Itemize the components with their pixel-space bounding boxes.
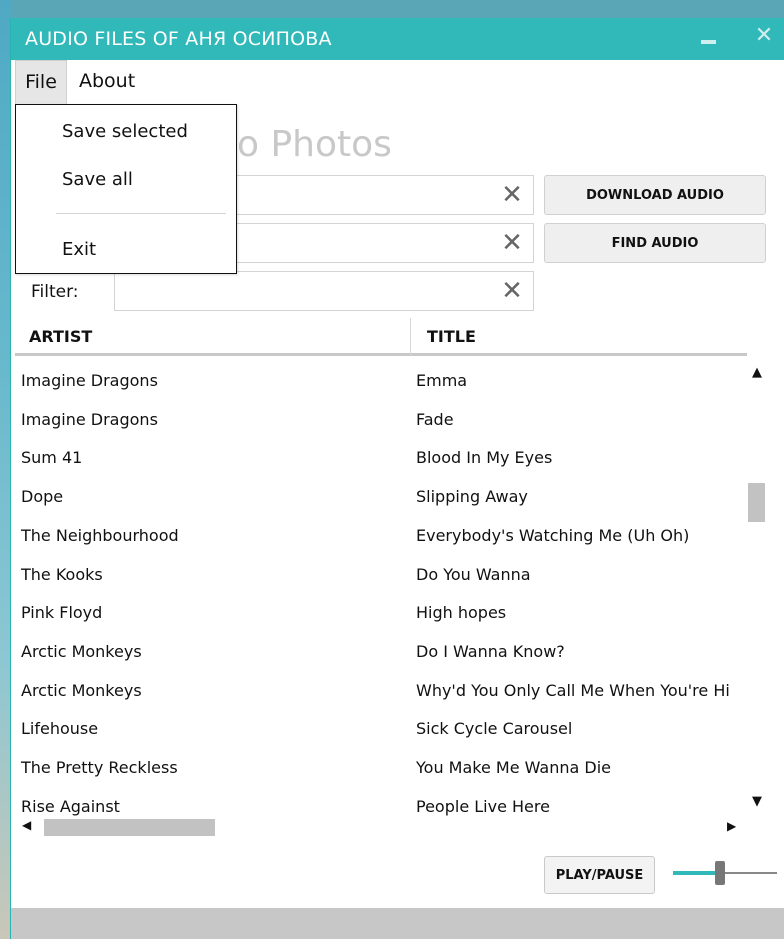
scroll-left-icon[interactable]: ◀	[22, 818, 36, 836]
artist-cell: The Pretty Reckless	[21, 758, 178, 777]
page-heading: o Photos	[237, 124, 392, 165]
title-cell: Blood In My Eyes	[416, 448, 553, 468]
vertical-scrollbar-thumb[interactable]	[748, 483, 765, 522]
table-row[interactable]: The Pretty Reckless You Make Me Wanna Di…	[11, 749, 751, 787]
title-cell: People Live Here	[416, 796, 550, 816]
column-header-artist[interactable]: ARTIST	[29, 327, 92, 346]
download-audio-button[interactable]: DOWNLOAD AUDIO	[544, 175, 766, 215]
artist-cell: Imagine Dragons	[21, 371, 158, 390]
filter-label: Filter:	[31, 282, 79, 302]
table-row[interactable]: Lifehouse Sick Cycle Carousel	[11, 710, 751, 748]
table-row[interactable]: Sum 41 Blood In My Eyes	[11, 439, 751, 477]
artist-cell: Pink Floyd	[21, 603, 103, 623]
table-row[interactable]: Imagine Dragons Fade	[11, 401, 751, 439]
title-cell: Slipping Away	[416, 487, 528, 507]
volume-slider-track	[720, 872, 777, 874]
clear-icon[interactable]: ✕	[497, 178, 527, 212]
artist-cell: Arctic Monkeys	[21, 680, 142, 700]
grid-header: ARTIST TITLE	[15, 318, 747, 356]
column-header-title[interactable]: TITLE	[427, 327, 476, 346]
menu-item-exit[interactable]: Exit	[16, 230, 236, 270]
column-divider[interactable]	[410, 318, 411, 355]
title-cell: Do I Wanna Know?	[416, 641, 565, 661]
scroll-up-icon[interactable]: ▲	[748, 365, 766, 380]
title-cell: Emma	[416, 371, 468, 390]
find-audio-button[interactable]: FIND AUDIO	[544, 223, 766, 263]
menu-bar: File About	[11, 60, 784, 105]
volume-slider[interactable]	[673, 859, 777, 889]
volume-slider-thumb[interactable]	[715, 861, 725, 885]
filter-input[interactable]: ✕	[114, 271, 534, 311]
menu-about[interactable]: About	[79, 60, 135, 102]
table-row[interactable]: Imagine Dragons Emma	[11, 362, 751, 400]
artist-cell: Imagine Dragons	[21, 409, 158, 429]
title-bar: AUDIO FILES OF АНЯ ОСИПОВА ✕	[11, 18, 784, 60]
title-cell: High hopes	[416, 603, 507, 623]
artist-cell: Dope	[21, 487, 64, 507]
title-cell: You Make Me Wanna Die	[416, 758, 612, 777]
title-cell: Sick Cycle Carousel	[416, 719, 573, 739]
minimize-icon[interactable]	[701, 40, 716, 44]
menu-separator	[56, 213, 226, 214]
artist-cell: The Kooks	[21, 564, 103, 584]
table-row[interactable]: The Kooks Do You Wanna	[11, 556, 751, 594]
play-pause-button[interactable]: PLAY/PAUSE	[544, 856, 655, 894]
scroll-right-icon[interactable]: ▶	[727, 819, 741, 837]
menu-item-label: Exit	[62, 239, 97, 260]
download-url-input[interactable]: ✕	[231, 175, 534, 215]
clear-icon[interactable]: ✕	[497, 274, 527, 308]
clear-icon[interactable]: ✕	[497, 226, 527, 260]
title-cell: Everybody's Watching Me (Uh Oh)	[416, 525, 690, 545]
app-window: AUDIO FILES OF АНЯ ОСИПОВА ✕ File About …	[10, 18, 784, 939]
volume-slider-fill	[673, 871, 720, 875]
table-row[interactable]: Arctic Monkeys Do I Wanna Know?	[11, 633, 751, 671]
artist-cell: Arctic Monkeys	[21, 641, 142, 661]
menu-file[interactable]: File	[15, 60, 67, 105]
close-icon[interactable]: ✕	[753, 23, 775, 49]
menu-item-save-selected[interactable]: Save selected	[16, 112, 236, 152]
title-cell: Do You Wanna	[416, 564, 531, 584]
scroll-down-icon[interactable]: ▼	[748, 794, 766, 809]
menu-item-save-all[interactable]: Save all	[16, 160, 236, 200]
menu-item-label: Save selected	[62, 121, 188, 142]
artist-cell: Lifehouse	[21, 719, 99, 739]
menu-item-label: Save all	[62, 169, 133, 190]
title-cell: Why'd You Only Call Me When You're Hi	[416, 680, 730, 700]
title-cell: Fade	[416, 409, 454, 429]
file-menu-dropdown: Save selected Save all Exit	[15, 104, 237, 274]
artist-cell: Sum 41	[21, 448, 83, 468]
table-row[interactable]: Dope Slipping Away	[11, 478, 751, 516]
artist-cell: Rise Against	[21, 796, 120, 816]
table-row[interactable]: Arctic Monkeys Why'd You Only Call Me Wh…	[11, 672, 751, 710]
find-audio-input[interactable]: ✕	[231, 223, 534, 263]
window-title: AUDIO FILES OF АНЯ ОСИПОВА	[25, 28, 332, 50]
status-bar	[11, 908, 784, 939]
table-row[interactable]: The Neighbourhood Everybody's Watching M…	[11, 517, 751, 555]
horizontal-scrollbar-thumb[interactable]	[44, 819, 215, 836]
artist-cell: The Neighbourhood	[21, 525, 179, 545]
table-row[interactable]: Pink Floyd High hopes	[11, 594, 751, 632]
